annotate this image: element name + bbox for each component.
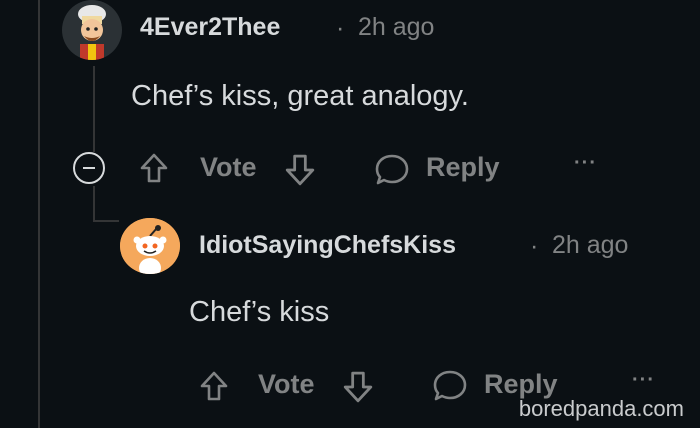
reply-vote-label: Vote [258, 369, 315, 399]
comment-body: Chef’s kiss, great analogy. [131, 80, 469, 112]
reply-thread-connector-vertical [93, 186, 95, 222]
comment-thread-line[interactable] [93, 66, 95, 152]
reply-thread-connector-horizontal [93, 220, 119, 222]
watermark-text: boredpanda.com [518, 396, 684, 421]
comment-separator: · [336, 14, 345, 42]
reply-body: Chef’s kiss [189, 296, 330, 328]
comment-upvote-button[interactable] [140, 150, 168, 186]
reply-bubble-icon [433, 370, 467, 401]
comment-reply-button[interactable] [374, 152, 410, 188]
downvote-arrow-icon [285, 154, 315, 186]
comment-timestamp[interactable]: 2h ago [358, 13, 434, 42]
comment-reply-label[interactable]: Reply [426, 152, 500, 183]
reply-timestamp[interactable]: 2h ago [552, 231, 628, 260]
snoo-chef-avatar-icon [62, 0, 122, 60]
user-avatar[interactable] [62, 0, 122, 60]
reply-reply-button[interactable] [432, 368, 468, 404]
reply-username[interactable]: IdiotSayingChefsKiss [199, 231, 456, 260]
comment-thread: 4Ever2Thee · 2h ago Chef’s kiss, great a… [0, 0, 700, 428]
upvote-arrow-icon [140, 153, 168, 183]
outer-thread-line[interactable] [38, 0, 40, 428]
upvote-arrow-icon [200, 371, 228, 401]
reply-separator: · [530, 232, 539, 260]
reply-user-avatar[interactable] [120, 218, 180, 274]
reply-downvote-button[interactable] [343, 369, 373, 405]
reply-upvote-button[interactable] [200, 368, 228, 404]
reply-bubble-icon [375, 154, 409, 185]
comment-vote-label: Vote [200, 152, 257, 182]
downvote-arrow-icon [343, 371, 373, 403]
comment-more-options-button[interactable]: ··· [574, 152, 597, 175]
comment-username[interactable]: 4Ever2Thee [140, 13, 280, 42]
comment-downvote-button[interactable] [285, 152, 315, 188]
snoo-avatar-icon [120, 218, 180, 274]
collapse-thread-button[interactable] [73, 152, 105, 184]
reply-more-options-button[interactable]: ··· [632, 369, 655, 392]
